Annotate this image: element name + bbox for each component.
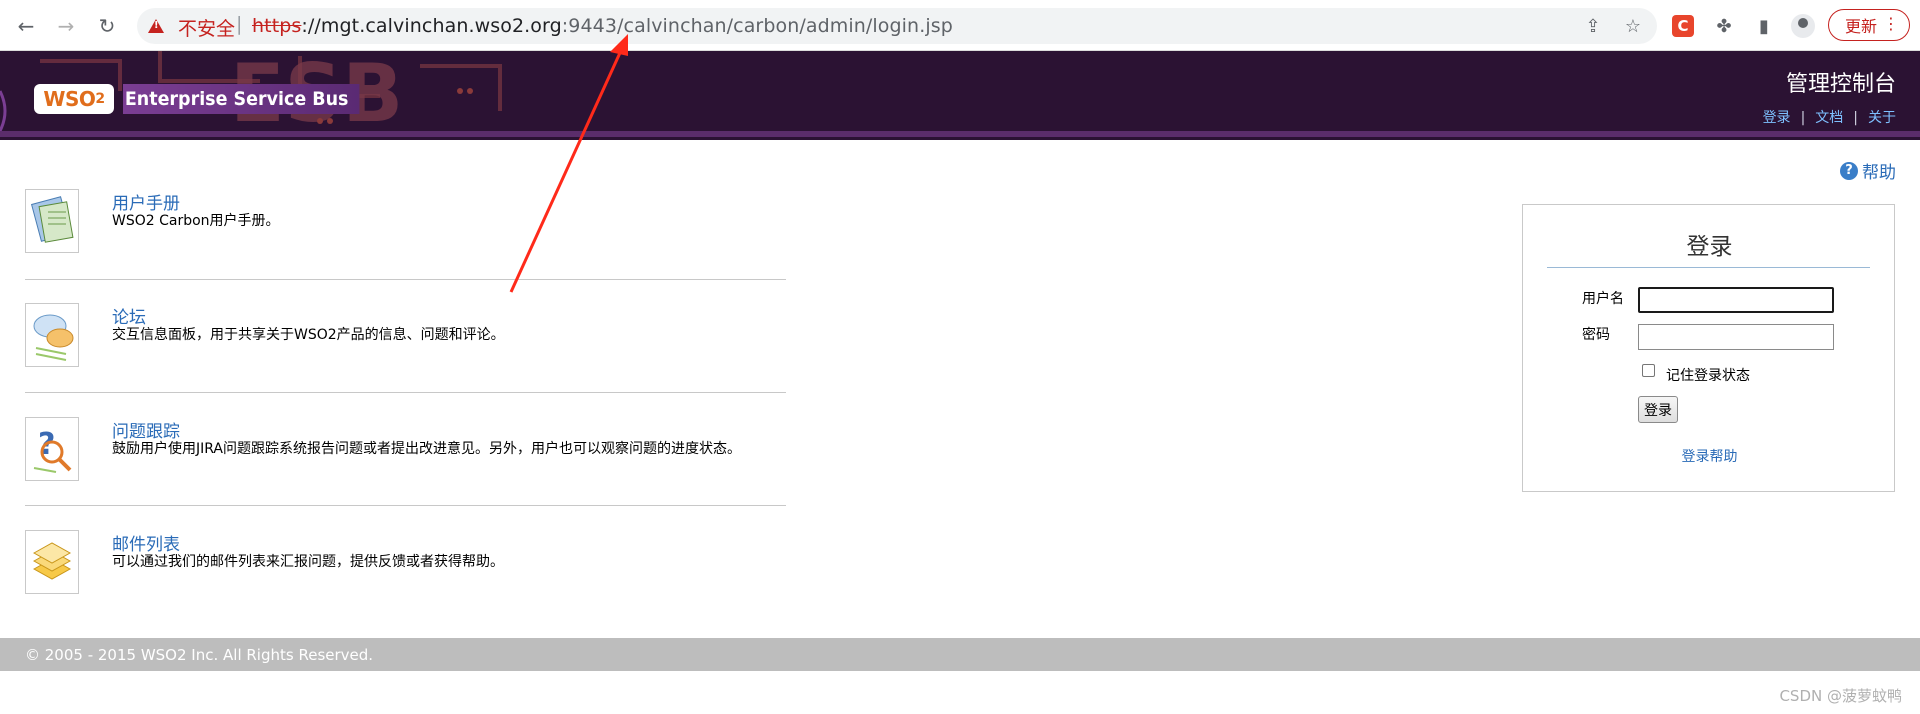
copyright-text: © 2005 - 2015 WSO2 Inc. All Rights Reser…: [25, 646, 374, 664]
help-link[interactable]: ? 帮助: [1840, 158, 1896, 183]
share-button[interactable]: ⇪: [1579, 12, 1607, 40]
forward-button[interactable]: →: [52, 12, 80, 40]
resource-desc: WSO2 Carbon用户手册。: [112, 213, 280, 229]
help-label: 帮助: [1862, 163, 1896, 183]
login-title: 登录: [1686, 234, 1733, 260]
url-separator: |: [236, 13, 243, 35]
username-label: 用户名: [1582, 291, 1624, 307]
forum-icon[interactable]: [25, 303, 79, 367]
header-links: 登录 | 文档 | 关于: [1763, 107, 1896, 127]
url-scheme: https: [252, 15, 302, 37]
remember-me-label: 记住登录状态: [1666, 368, 1750, 384]
header-link-about[interactable]: 关于: [1868, 110, 1896, 126]
login-divider: [1547, 267, 1870, 268]
help-icon: ?: [1840, 161, 1858, 180]
bookmark-button[interactable]: ☆: [1619, 12, 1647, 40]
footer: © 2005 - 2015 WSO2 Inc. All Rights Reser…: [0, 638, 1920, 671]
login-help-link[interactable]: 登录帮助: [1523, 446, 1896, 466]
password-input[interactable]: [1638, 324, 1834, 350]
update-label: 更新: [1845, 17, 1878, 36]
back-button[interactable]: ←: [12, 12, 40, 40]
star-icon: ☆: [1624, 15, 1642, 37]
update-button[interactable]: 更新 ⋮: [1828, 9, 1910, 41]
divider: [25, 279, 786, 280]
reload-icon: ↻: [98, 14, 116, 38]
browser-toolbar: ← → ↻ 不安全 | https://mgt.calvinchan.wso2.…: [0, 0, 1920, 51]
resource-desc: 鼓励用户使用JIRA问题跟踪系统报告问题或者提出改进意见。另外，用户也可以观察问…: [112, 441, 741, 457]
issue-tracker-icon[interactable]: ?: [25, 417, 79, 481]
profile-avatar[interactable]: [1791, 14, 1815, 38]
password-label: 密码: [1582, 327, 1610, 343]
login-button[interactable]: 登录: [1638, 396, 1678, 423]
link-separator: |: [1800, 110, 1806, 126]
share-icon: ⇪: [1585, 15, 1601, 37]
security-status[interactable]: 不安全: [178, 14, 235, 41]
username-input[interactable]: [1638, 287, 1834, 313]
reload-button[interactable]: ↻: [93, 12, 121, 40]
console-title: 管理控制台: [1785, 72, 1896, 97]
header-stripe: [0, 131, 1920, 137]
resource-desc: 可以通过我们的邮件列表来汇报问题，提供反馈或者获得帮助。: [112, 554, 504, 570]
product-name: Enterprise Service Bus: [123, 84, 360, 114]
side-panel-icon: ▮: [1759, 15, 1769, 37]
url-path: :9443/calvinchan/carbon/admin/login.jsp: [561, 15, 953, 37]
header-link-docs[interactable]: 文档: [1815, 110, 1843, 126]
header-link-login[interactable]: 登录: [1763, 110, 1791, 126]
url-text[interactable]: https://mgt.calvinchan.wso2.org:9443/cal…: [252, 15, 953, 37]
more-vert-icon: ⋮: [1883, 14, 1899, 33]
side-panel-button[interactable]: ▮: [1750, 12, 1778, 40]
manual-icon[interactable]: [25, 189, 79, 253]
warning-icon: [148, 19, 164, 33]
login-panel: 登录 用户名 密码 记住登录状态 登录 登录帮助: [1522, 204, 1895, 492]
mailing-list-icon[interactable]: [25, 530, 79, 594]
puzzle-icon: ✤: [1716, 15, 1732, 37]
arrow-right-icon: →: [57, 14, 75, 38]
extension-c-icon[interactable]: C: [1672, 15, 1694, 37]
extensions-button[interactable]: ✤: [1710, 12, 1738, 40]
wso2-logo[interactable]: WSO 2: [34, 84, 114, 114]
remember-me-checkbox[interactable]: [1642, 364, 1655, 377]
divider: [25, 505, 786, 506]
resource-desc: 交互信息面板，用于共享关于WSO2产品的信息、问题和评论。: [112, 327, 505, 343]
watermark: CSDN @菠萝蚊鸭: [1779, 687, 1902, 705]
url-host: ://mgt.calvinchan.wso2.org: [301, 15, 562, 37]
divider: [25, 392, 786, 393]
link-separator: |: [1853, 110, 1858, 126]
arrow-left-icon: ←: [17, 14, 35, 38]
